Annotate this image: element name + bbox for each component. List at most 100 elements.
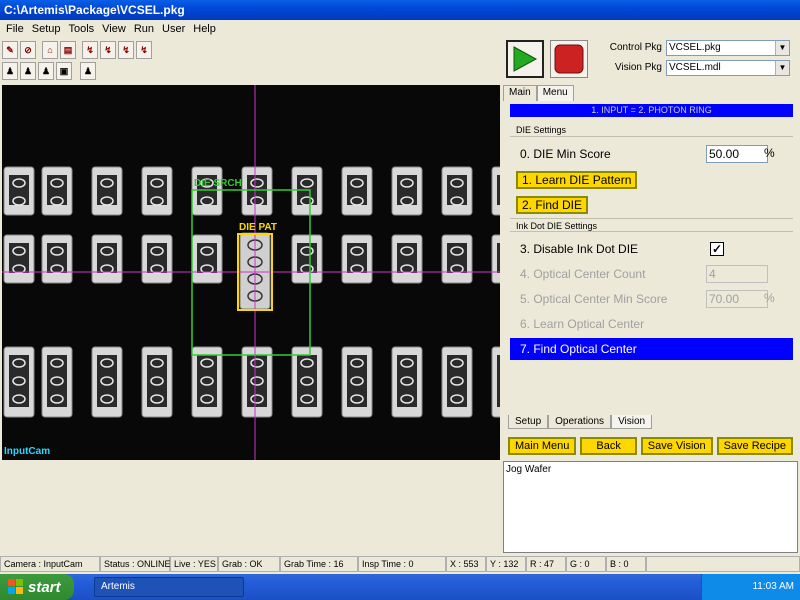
action-buttons: Main Menu Back Save Vision Save Recipe [508, 437, 793, 455]
main-menu-button[interactable]: Main Menu [508, 437, 577, 455]
menu-help[interactable]: Help [189, 23, 220, 35]
camera-view[interactable]: DIE SRCH DIE PAT InputCam [2, 85, 500, 460]
optical-min-score-row: 5. Optical Center Min Score 70.00 % [510, 290, 793, 310]
tool-icon-10[interactable]: ♟ [20, 62, 36, 80]
settings-list: DIE Settings 0. DIE Min Score 50.00 % 1.… [510, 123, 793, 410]
log-panel[interactable]: Jog Wafer [503, 461, 798, 553]
tool-icon-3[interactable]: ⌂ [42, 41, 58, 59]
die-pattern-label: DIE PAT [239, 222, 277, 233]
taskbar: start Artemis 11:03 AM [0, 574, 800, 600]
disable-ink-dot-row: 3. Disable Ink Dot DIE ✓ [510, 240, 793, 260]
control-pkg-label: Control Pkg [609, 42, 662, 53]
tool-icon-13[interactable]: ♟ [80, 62, 96, 80]
die-core [497, 355, 500, 407]
optical-min-score-unit: % [764, 291, 775, 305]
step-header: 1. INPUT = 2. PHOTON RING [510, 104, 793, 117]
status-bar: Camera : InputCam Status : ONLINE Live :… [0, 556, 800, 572]
save-vision-button[interactable]: Save Vision [640, 437, 713, 455]
log-text: Jog Wafer [506, 464, 552, 475]
taskbar-app-artemis[interactable]: Artemis [94, 577, 244, 597]
die-core [197, 355, 217, 407]
die-settings-header: DIE Settings [510, 123, 793, 137]
find-optical-center-row[interactable]: 7. Find Optical Center [510, 338, 793, 360]
vision-pkg-value: VCSEL.mdl [669, 62, 721, 73]
stop-icon [554, 44, 584, 74]
status-live: Live : YES [170, 556, 218, 572]
camera-image: DIE SRCH DIE PAT [2, 85, 500, 460]
menu-tools[interactable]: Tools [64, 23, 98, 35]
start-button[interactable]: start [0, 574, 74, 600]
menu-view[interactable]: View [98, 23, 130, 35]
tab-operations[interactable]: Operations [548, 415, 612, 429]
status-grab-time: Grab Time : 16 [280, 556, 358, 572]
status-x: X : 553 [446, 556, 486, 572]
die-core [297, 355, 317, 407]
tool-icon-12[interactable]: ▣ [56, 62, 72, 80]
run-button[interactable] [506, 40, 544, 78]
tool-icon-4[interactable]: ▤ [60, 41, 76, 59]
vision-pkg-select[interactable]: VCSEL.mdl ▼ [666, 60, 790, 76]
status-grab: Grab : OK [218, 556, 280, 572]
system-tray: 11:03 AM [701, 574, 800, 600]
tool-icon-9[interactable]: ♟ [2, 62, 18, 80]
tool-icon-6[interactable]: ↯ [100, 41, 116, 59]
status-insp-time: Insp Time : 0 [358, 556, 446, 572]
chevron-down-icon: ▼ [775, 61, 789, 75]
status-g: G : 0 [566, 556, 606, 572]
learn-die-pattern-button[interactable]: 1. Learn DIE Pattern [516, 171, 638, 189]
control-pkg-value: VCSEL.pkg [669, 42, 721, 53]
title-bar: C:\Artemis\Package\VCSEL.pkg [0, 0, 800, 20]
windows-logo-icon [8, 579, 23, 594]
status-b: B : 0 [606, 556, 646, 572]
toolbar-row-2: ♟ ♟ ♟ ▣ ♟ [2, 62, 96, 80]
status-spare [646, 556, 800, 572]
menu-run[interactable]: Run [130, 23, 158, 35]
empty-area [2, 461, 500, 553]
menu-setup[interactable]: Setup [28, 23, 65, 35]
settings-panel: Main Menu 1. INPUT = 2. PHOTON RING DIE … [503, 85, 798, 460]
save-recipe-button[interactable]: Save Recipe [716, 437, 793, 455]
camera-name: InputCam [4, 446, 51, 457]
window-title: C:\Artemis\Package\VCSEL.pkg [4, 3, 185, 17]
tool-icon-1[interactable]: ✎ [2, 41, 18, 59]
optical-center-count-row: 4. Optical Center Count 4 [510, 265, 793, 285]
tool-icon-5[interactable]: ↯ [82, 41, 98, 59]
vision-pkg-label: Vision Pkg [614, 62, 662, 73]
optical-center-count-input[interactable]: 4 [706, 265, 768, 283]
tool-icon-2[interactable]: ⊘ [20, 41, 36, 59]
find-optical-center-label: 7. Find Optical Center [520, 342, 637, 356]
tab-main[interactable]: Main [503, 85, 537, 101]
tool-icon-11[interactable]: ♟ [38, 62, 54, 80]
tab-vision[interactable]: Vision [611, 415, 653, 429]
menu-user[interactable]: User [158, 23, 189, 35]
disable-ink-dot-checkbox[interactable]: ✓ [710, 242, 724, 256]
die-min-score-input[interactable]: 50.00 [706, 145, 768, 163]
status-online: Status : ONLINE [100, 556, 171, 572]
tool-icon-7[interactable]: ↯ [118, 41, 134, 59]
control-pkg-select[interactable]: VCSEL.pkg ▼ [666, 40, 790, 56]
tab-menu[interactable]: Menu [536, 85, 574, 101]
taskbar-app-label: Artemis [101, 581, 135, 592]
learn-optical-center-row[interactable]: 6. Learn Optical Center [510, 315, 793, 335]
die-core [247, 355, 267, 407]
toolbar-row-1: ✎ ⊘ ⌂ ▤ ↯ ↯ ↯ ↯ [2, 41, 152, 59]
disable-ink-dot-label: 3. Disable Ink Dot DIE [520, 242, 639, 256]
clock[interactable]: 11:03 AM [752, 581, 794, 592]
status-y: Y : 132 [486, 556, 526, 572]
die-min-score-unit: % [764, 146, 775, 160]
start-label: start [28, 578, 61, 596]
die-core [147, 355, 167, 407]
menu-bar: File Setup Tools View Run User Help [0, 20, 800, 38]
die-search-label: DIE SRCH [194, 178, 242, 189]
die-core [497, 175, 500, 205]
bottom-tabs: Setup Operations Vision [508, 415, 653, 429]
optical-min-score-input[interactable]: 70.00 [706, 290, 768, 308]
back-button[interactable]: Back [580, 437, 637, 455]
menu-file[interactable]: File [2, 23, 28, 35]
play-icon [513, 46, 538, 72]
optical-min-score-label: 5. Optical Center Min Score [520, 292, 668, 306]
tab-setup[interactable]: Setup [508, 415, 549, 429]
chevron-down-icon: ▼ [775, 41, 789, 55]
tool-icon-8[interactable]: ↯ [136, 41, 152, 59]
find-die-button[interactable]: 2. Find DIE [516, 196, 589, 214]
